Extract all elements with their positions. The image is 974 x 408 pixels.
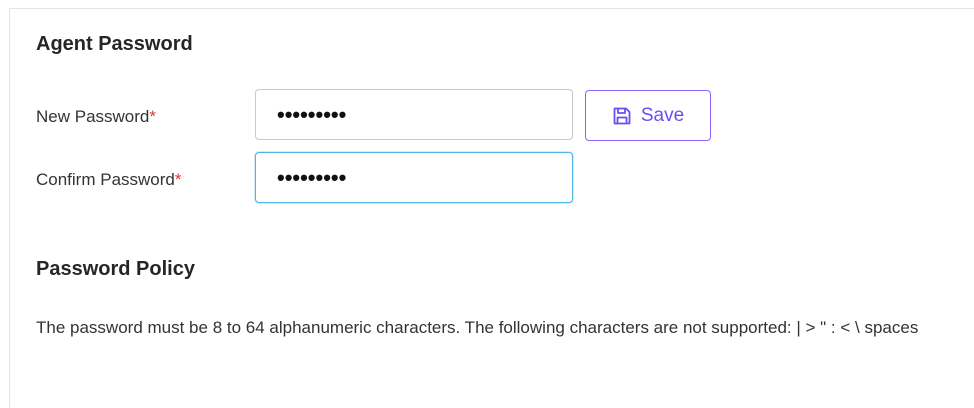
- new-password-label-text: New Password: [36, 107, 150, 126]
- agent-password-panel: [9, 8, 974, 408]
- confirm-password-label-text: Confirm Password: [36, 170, 175, 189]
- required-marker: *: [149, 107, 156, 126]
- new-password-value: •••••••••: [277, 102, 347, 127]
- save-button-label: Save: [640, 104, 685, 126]
- new-password-input[interactable]: •••••••••: [255, 89, 573, 140]
- confirm-password-label: Confirm Password*: [36, 167, 186, 193]
- confirm-password-input[interactable]: •••••••••: [255, 152, 573, 203]
- save-button[interactable]: Save: [585, 90, 711, 141]
- save-icon: [612, 106, 632, 126]
- agent-password-title: Agent Password: [36, 33, 193, 55]
- required-marker: *: [174, 170, 182, 189]
- confirm-password-value: •••••••••: [277, 165, 347, 190]
- password-policy-title: Password Policy: [36, 258, 195, 280]
- password-policy-text: The password must be 8 to 64 alphanumeri…: [36, 318, 919, 337]
- new-password-label: New Password*: [36, 104, 156, 130]
